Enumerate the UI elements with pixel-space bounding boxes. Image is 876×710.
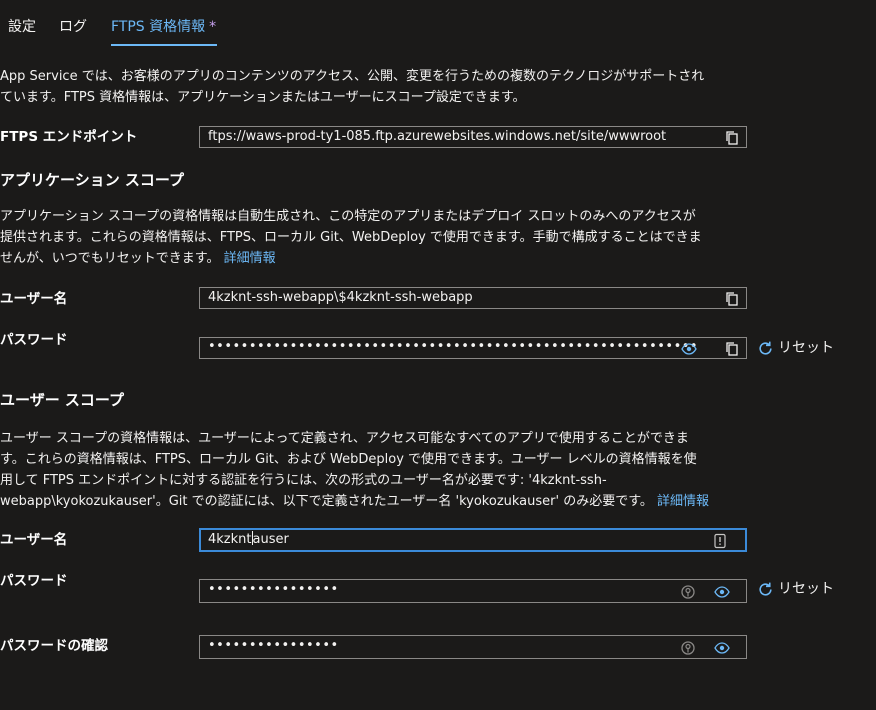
copy-icon[interactable] — [724, 291, 740, 307]
confirm-password-value: •••••••••••••••• — [208, 638, 339, 653]
user-password-label: パスワード — [0, 573, 68, 589]
app-scope-heading: アプリケーション スコープ — [0, 171, 185, 189]
copy-icon[interactable] — [724, 341, 740, 357]
ftps-endpoint-field[interactable]: ftps://waws-prod-ty1-085.ftp.azurewebsit… — [199, 126, 747, 148]
user-scope-desc-line-3: 用して FTPS エンドポイントに対する認証を行うには、次の形式のユーザー名が必… — [0, 473, 607, 488]
refresh-icon — [759, 582, 772, 596]
app-scope-desc-line-1: アプリケーション スコープの資格情報は自動生成され、この特定のアプリまたはデプロ… — [0, 209, 696, 224]
app-username-field[interactable]: 4kzknt-ssh-webapp\$4kzknt-ssh-webapp — [199, 287, 747, 309]
app-username-value: 4kzknt-ssh-webapp\$4kzknt-ssh-webapp — [208, 290, 473, 305]
user-username-input[interactable]: 4kzkntauser — [199, 528, 747, 552]
eye-icon[interactable] — [714, 584, 730, 600]
confirm-password-input[interactable]: •••••••••••••••• — [199, 635, 747, 659]
app-password-label: パスワード — [0, 332, 68, 348]
app-reset-button[interactable]: リセット — [757, 337, 834, 357]
eye-icon[interactable] — [681, 341, 697, 357]
app-scope-more-info-link[interactable]: 詳細情報 — [224, 251, 276, 266]
intro-line-1: App Service では、お客様のアプリのコンテンツのアクセス、公開、変更を… — [0, 69, 705, 84]
password-manager-icon[interactable] — [712, 533, 728, 549]
user-reset-label: リセット — [778, 581, 834, 597]
app-scope-desc-line-2: 提供されます。これらの資格情報は、FTPS、ローカル Git、WebDeploy… — [0, 230, 702, 245]
tab-ftps-credentials[interactable]: FTPS 資格情報 * — [111, 16, 216, 36]
key-icon[interactable] — [680, 584, 696, 600]
app-reset-label: リセット — [778, 340, 834, 356]
app-password-field[interactable]: ••••••••••••••••••••••••••••••••••••••••… — [199, 337, 747, 359]
tab-logs[interactable]: ログ — [59, 16, 87, 36]
user-password-value: •••••••••••••••• — [208, 582, 339, 597]
user-password-input[interactable]: •••••••••••••••• — [199, 579, 747, 603]
intro-line-2: ています。FTPS 資格情報は、アプリケーションまたはユーザーにスコープ設定でき… — [0, 90, 526, 105]
app-password-value: ••••••••••••••••••••••••••••••••••••••••… — [208, 339, 699, 354]
app-username-label: ユーザー名 — [0, 291, 68, 307]
user-scope-description: ユーザー スコープの資格情報は、ユーザーによって定義され、アクセス可能なすべての… — [0, 428, 760, 512]
user-reset-button[interactable]: リセット — [757, 578, 834, 598]
unsaved-indicator: * — [209, 19, 217, 35]
refresh-icon — [759, 341, 772, 355]
app-scope-description: アプリケーション スコープの資格情報は自動生成され、この特定のアプリまたはデプロ… — [0, 206, 760, 269]
ftps-endpoint-label: FTPS エンドポイント — [0, 129, 138, 145]
key-icon[interactable] — [680, 640, 696, 656]
intro-text: App Service では、お客様のアプリのコンテンツのアクセス、公開、変更を… — [0, 66, 760, 108]
ftps-endpoint-value: ftps://waws-prod-ty1-085.ftp.azurewebsit… — [208, 129, 667, 144]
user-username-value: 4kzkntauser — [208, 531, 289, 547]
user-scope-desc-line-4: webapp\kyokozukauser'。Git での認証には、以下で定義され… — [0, 494, 653, 509]
user-username-label: ユーザー名 — [0, 532, 68, 548]
user-scope-desc-line-1: ユーザー スコープの資格情報は、ユーザーによって定義され、アクセス可能なすべての… — [0, 431, 689, 446]
user-scope-more-info-link[interactable]: 詳細情報 — [657, 494, 709, 509]
copy-icon[interactable] — [724, 130, 740, 146]
tab-ftps-label: FTPS 資格情報 — [111, 19, 206, 35]
app-scope-desc-line-3: せんが、いつでもリセットできます。 — [0, 251, 220, 266]
eye-icon[interactable] — [714, 640, 730, 656]
confirm-password-label: パスワードの確認 — [0, 638, 108, 654]
tab-settings[interactable]: 設定 — [8, 16, 36, 36]
user-scope-heading: ユーザー スコープ — [0, 391, 125, 409]
user-scope-desc-line-2: す。これらの資格情報は、FTPS、ローカル Git、および WebDeploy … — [0, 452, 697, 467]
active-tab-underline — [111, 44, 217, 46]
